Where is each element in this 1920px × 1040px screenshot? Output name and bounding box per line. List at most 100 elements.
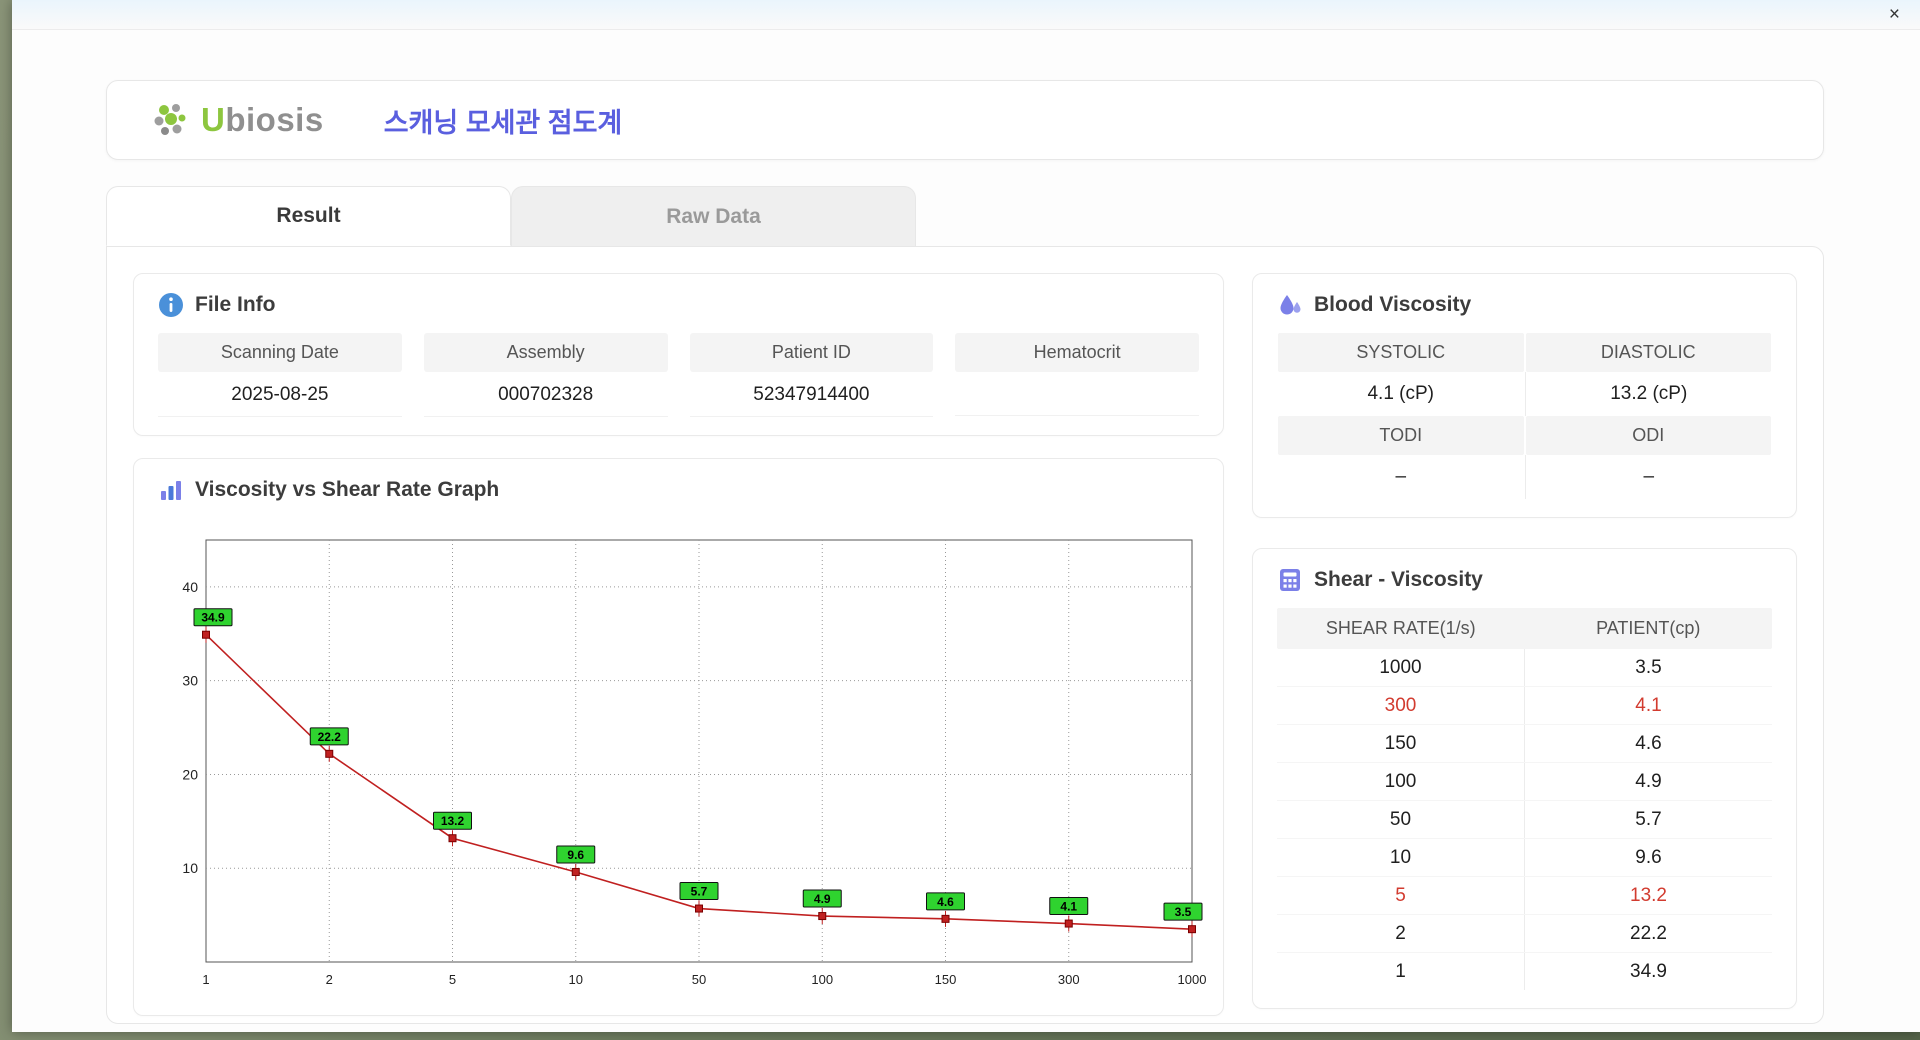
file-info-field: Patient ID 52347914400 [689,333,934,417]
graph-title: Viscosity vs Shear Rate Graph [158,477,1199,503]
systolic-header: SYSTOLIC [1278,333,1524,372]
field-label: Assembly [423,333,668,372]
y-tick-label: 10 [182,860,198,876]
point-label: 3.5 [1175,905,1192,919]
app-window: × Ubiosis 스캐닝 모세관 점도계 Result Raw Data Fi… [12,0,1920,1032]
chart-point [571,867,580,876]
table-row: 150 4.6 [1277,725,1772,763]
patient-viscosity-cell: 4.6 [1524,725,1772,762]
tab-raw-data[interactable]: Raw Data [511,186,916,246]
shear-viscosity-title-text: Shear - Viscosity [1314,568,1483,591]
patient-viscosity-cell: 34.9 [1524,953,1772,990]
header-card: Ubiosis 스캐닝 모세관 점도계 [106,80,1824,160]
chart-point [818,912,827,921]
shear-rate-cell: 5 [1395,885,1406,906]
y-tick-label: 30 [182,673,198,689]
patient-viscosity-cell: 5.7 [1524,801,1772,838]
field-value: 000702328 [423,372,668,417]
file-info-field: Hematocrit [955,333,1199,417]
chart-point [941,914,950,923]
content-area: Ubiosis 스캐닝 모세관 점도계 Result Raw Data File… [12,30,1920,1032]
water-drop-icon [1280,295,1301,315]
chart-point [695,904,703,913]
left-column: File Info Scanning Date 2025-08-25 Assembl… [133,273,1224,1016]
todi-header: TODI [1278,416,1524,455]
table-row: 1 34.9 [1277,953,1772,990]
result-panel: File Info Scanning Date 2025-08-25 Assembl… [106,246,1824,1024]
ubiosis-leaf-icon [154,104,186,135]
x-tick-label: 2 [326,972,333,987]
patient-viscosity-cell: 3.5 [1524,649,1772,686]
page-title: 스캐닝 모세관 점도계 [383,107,623,138]
file-info-field: Assembly 000702328 [423,333,668,417]
field-label: Patient ID [689,333,934,372]
chart-point [448,834,457,843]
patient-viscosity-cell: 4.1 [1524,687,1772,724]
diastolic-value: 13.2 (cP) [1524,372,1773,416]
blood-viscosity-grid: SYSTOLIC DIASTOLIC 4.1 (cP) 13.2 (cP) TO… [1277,333,1772,499]
table-row: 100 4.9 [1277,763,1772,801]
point-label: 9.6 [567,848,584,862]
patient-viscosity-cell: 13.2 [1524,877,1772,914]
shear-rate-cell: 1000 [1379,657,1422,678]
tab-result[interactable]: Result [106,186,511,246]
chart-point [202,630,210,639]
odi-value: – [1524,455,1773,499]
point-label: 4.6 [937,895,954,909]
table-row: 5 13.2 [1277,877,1772,915]
field-value [955,372,1199,416]
chart-point [1188,925,1196,934]
chart-point [1064,919,1073,928]
x-tick-label: 1000 [1178,972,1207,987]
table-row: 2 22.2 [1277,915,1772,953]
point-label: 13.2 [441,814,465,828]
table-row: 50 5.7 [1277,801,1772,839]
field-value: 52347914400 [689,372,934,417]
tab-bar: Result Raw Data [106,186,1824,246]
right-column: Blood Viscosity SYSTOLIC DIASTOLIC 4.1 (… [1252,273,1797,1009]
shear-rate-cell: 2 [1395,923,1406,944]
info-icon [159,293,183,317]
blood-viscosity-panel: Blood Viscosity SYSTOLIC DIASTOLIC 4.1 (… [1252,273,1797,518]
blood-viscosity-title: Blood Viscosity [1277,292,1772,318]
patient-column-header: PATIENT(cp) [1596,618,1701,638]
viscosity-chart: 10 20 30 40 1 2 5 10 50 100 150 300 1000 34.9 22.2 13.2… [158,518,1206,997]
point-label: 34.9 [201,611,225,625]
table-row: 300 4.1 [1277,687,1772,725]
shear-rate-cell: 50 [1389,809,1412,830]
table-row: 10 9.6 [1277,839,1772,877]
x-tick-label: 100 [811,972,833,987]
x-tick-label: 5 [449,972,456,987]
shear-rate-column-header: SHEAR RATE(1/s) [1325,618,1476,638]
todi-value: – [1395,466,1407,487]
shear-rate-cell: 300 [1384,695,1417,716]
point-label: 5.7 [691,885,708,899]
x-tick-label: 10 [569,972,583,987]
x-tick-label: 1 [202,972,209,987]
x-tick-label: 50 [692,972,706,987]
ubiosis-logo: Ubiosis [151,100,324,140]
patient-viscosity-cell: 9.6 [1524,839,1772,876]
viscosity-chart-svg: 10 20 30 40 1 2 5 10 50 100 150 300 1000 34.9 22.2 13.2… [182,539,1207,987]
shear-rate-cell: 1 [1395,961,1406,982]
odi-header: ODI [1525,416,1771,455]
bar-chart-icon [161,481,181,500]
x-tick-label: 300 [1058,972,1080,987]
point-label: 4.1 [1060,900,1077,914]
field-value: 2025-08-25 [158,372,402,417]
blood-viscosity-title-text: Blood Viscosity [1314,293,1472,316]
file-info-title-text: File Info [195,293,276,316]
patient-viscosity-cell: 4.9 [1524,763,1772,800]
table-row: 1000 3.5 [1277,649,1772,687]
field-label: Hematocrit [955,333,1199,372]
shear-rate-cell: 150 [1384,733,1417,754]
diastolic-header: DIASTOLIC [1525,333,1771,372]
file-info-title: File Info [158,292,1199,318]
close-icon[interactable]: × [1883,3,1906,26]
shear-rate-cell: 10 [1389,847,1412,868]
graph-panel: Viscosity vs Shear Rate Graph 10 20 30 40 1 2… [133,458,1224,1016]
point-label: 4.9 [814,892,831,906]
file-info-field: Scanning Date 2025-08-25 [158,333,402,417]
titlebar: × [12,0,1920,30]
shear-table-body: 1000 3.5 300 4.1 150 4.6 100 4.9 50 5.7 10 9.6 5 13.2… [1277,649,1772,990]
